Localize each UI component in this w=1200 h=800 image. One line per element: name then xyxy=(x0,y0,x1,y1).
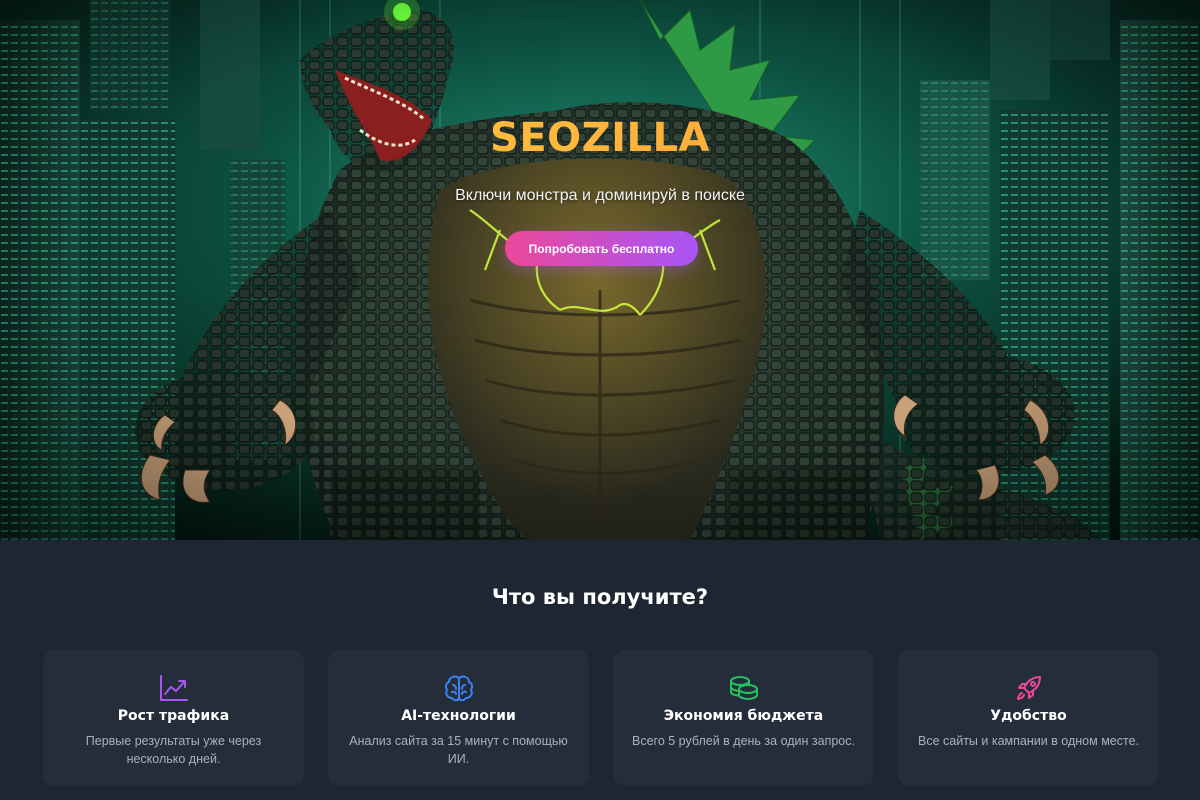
brain-icon xyxy=(444,675,473,702)
rocket-icon xyxy=(1016,676,1041,700)
feature-cards: Рост трафика Первые результаты уже через… xyxy=(43,650,1160,786)
feature-description: Первые результаты уже через несколько дн… xyxy=(85,734,262,766)
feature-card-ai: AI-технологии Анализ сайта за 15 минут с… xyxy=(328,650,589,786)
feature-card-budget: Экономия бюджета Всего 5 рублей в день з… xyxy=(613,650,874,786)
feature-title: Экономия бюджета xyxy=(663,708,824,724)
feature-description: Анализ сайта за 15 минут с помощью ИИ. xyxy=(349,734,568,766)
features-section: Что вы получите? Рост трафика Первые рез… xyxy=(0,540,1200,800)
chart-trending-up-icon xyxy=(159,675,188,701)
feature-title: Удобство xyxy=(990,708,1067,724)
feature-description: Всего 5 рублей в день за один запрос. xyxy=(632,734,855,748)
feature-card-traffic: Рост трафика Первые результаты уже через… xyxy=(43,650,304,786)
feature-title: AI-технологии xyxy=(401,708,516,724)
feature-description: Все сайты и кампании в одном месте. xyxy=(918,734,1139,748)
hero-title: SEOZILLA xyxy=(0,115,1200,161)
coins-icon xyxy=(729,676,758,700)
feature-card-convenience: Удобство Все сайты и кампании в одном ме… xyxy=(898,650,1159,786)
feature-title: Рост трафика xyxy=(117,708,230,724)
try-free-button[interactable]: Попробовать бесплатно xyxy=(505,231,698,266)
hero-content: SEOZILLA Включи монстра и доминируй в по… xyxy=(0,0,1200,540)
features-heading: Что вы получите? xyxy=(491,585,709,609)
hero-section: SEOZILLA Включи монстра и доминируй в по… xyxy=(0,0,1200,540)
hero-subtitle: Включи монстра и доминируй в поиске xyxy=(455,187,745,204)
